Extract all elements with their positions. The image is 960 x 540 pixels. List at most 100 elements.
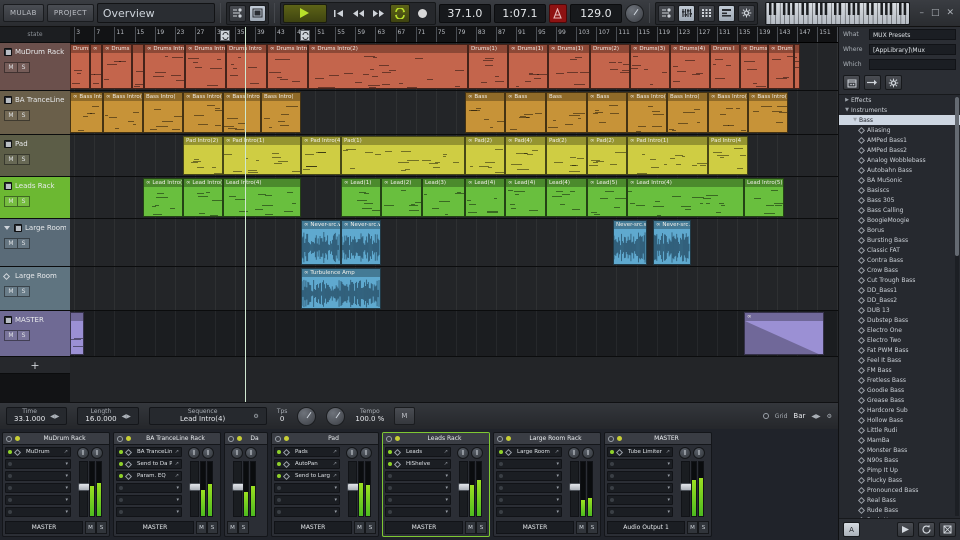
tempo-display[interactable]: 129.0 xyxy=(570,4,622,23)
mixer-strip[interactable]: Leads RackLeads↗HiShelve↗▾▾▾▾MASTERMS xyxy=(382,432,490,537)
volume-fader[interactable] xyxy=(233,461,242,517)
clip[interactable]: ∞ Drums I xyxy=(102,44,132,89)
grid-icon[interactable] xyxy=(698,5,715,22)
device-slot[interactable]: ▾ xyxy=(274,495,340,505)
clip[interactable]: ∞ Lead(2) xyxy=(381,178,422,217)
browser-play-icon[interactable] xyxy=(897,522,914,537)
slot-power-led[interactable] xyxy=(277,498,281,502)
device-slot[interactable]: ▾ xyxy=(5,507,71,517)
browser-preset-item[interactable]: DUB 13 xyxy=(839,305,960,315)
slot-power-led[interactable] xyxy=(119,462,123,466)
slot-open-icon[interactable]: ▾ xyxy=(556,509,559,515)
strip-record-dot[interactable] xyxy=(237,436,242,441)
strip-solo-button[interactable]: S xyxy=(365,521,376,534)
slot-power-led[interactable] xyxy=(8,474,12,478)
slot-power-led[interactable] xyxy=(277,474,281,478)
browser-preset-item[interactable]: Cut Trough Bass xyxy=(839,275,960,285)
slot-open-icon[interactable]: ▾ xyxy=(65,509,68,515)
strip-power-icon[interactable] xyxy=(497,436,503,442)
track-header[interactable]: Large Room RackMS xyxy=(0,219,70,267)
slot-open-icon[interactable]: ↗ xyxy=(333,461,337,467)
slot-power-led[interactable] xyxy=(277,462,281,466)
strip-power-icon[interactable] xyxy=(6,436,12,442)
device-slot[interactable]: ▾ xyxy=(5,459,71,469)
tree-twisty-icon[interactable]: ▶ xyxy=(843,97,851,103)
mixer-strip[interactable]: PadPads↗AutoPan↗Send to Large Roo↗▾▾▾MAS… xyxy=(271,432,379,537)
clip[interactable]: Never-src.wav xyxy=(613,220,647,265)
mixer-strip[interactable]: Large Room RackLarge Room↗▾▾▾▾▾MASTERMS xyxy=(493,432,601,537)
device-slot[interactable]: MuDrum↗ xyxy=(5,447,71,457)
browser-refresh-icon[interactable] xyxy=(918,522,935,537)
pan-knob[interactable] xyxy=(91,447,103,459)
close-button[interactable]: ✕ xyxy=(946,8,954,18)
slot-power-led[interactable] xyxy=(388,474,392,478)
strip-header[interactable]: MASTER xyxy=(605,433,711,445)
device-slot[interactable]: ▾ xyxy=(496,483,562,493)
volume-knob[interactable] xyxy=(188,447,200,459)
strip-header[interactable]: Large Room Rack xyxy=(494,433,600,445)
maximize-button[interactable]: □ xyxy=(931,8,940,18)
length-steppers[interactable]: ◀▶ xyxy=(122,413,131,420)
volume-fader[interactable] xyxy=(570,461,579,517)
device-slot[interactable]: ▾ xyxy=(607,495,673,505)
clip[interactable]: Drums I xyxy=(710,44,740,89)
project-button[interactable]: PROJECT xyxy=(47,4,94,22)
mixer-strip[interactable]: MASTERTube Limiter↗▾▾▾▾▾Audio Output 1MS xyxy=(604,432,712,537)
clip[interactable]: ∞ Pad(4) xyxy=(505,136,546,175)
slot-open-icon[interactable]: ↗ xyxy=(175,449,179,455)
strip-header[interactable]: MuDrum Rack xyxy=(3,433,109,445)
strip-header[interactable]: BA TranceLine Rack xyxy=(114,433,220,445)
browser-preset-item[interactable]: Classic FAT xyxy=(839,245,960,255)
browser-preset-item[interactable]: Fretless Bass xyxy=(839,375,960,385)
timeline[interactable]: 3711151923273135394347515559636771757983… xyxy=(70,27,838,402)
volume-knob[interactable] xyxy=(346,447,358,459)
strip-power-icon[interactable] xyxy=(275,436,281,442)
sequence-gear-icon[interactable]: ⚙ xyxy=(253,413,258,420)
slot-open-icon[interactable]: ▾ xyxy=(556,485,559,491)
output-button[interactable]: MASTER xyxy=(274,521,352,534)
strip-header[interactable]: Leads Rack xyxy=(383,433,489,445)
slot-open-icon[interactable]: ▾ xyxy=(176,497,179,503)
length-field[interactable]: Length 16.0.000 ◀▶ xyxy=(77,407,138,426)
tree-twisty-icon[interactable]: ▼ xyxy=(843,107,851,113)
tempo-value[interactable]: 100.0 % xyxy=(355,415,384,423)
strip-power-icon[interactable] xyxy=(117,436,123,442)
device-slot[interactable]: ▾ xyxy=(5,483,71,493)
browser-preset-item[interactable]: BA MuSonic xyxy=(839,175,960,185)
swing-knob[interactable] xyxy=(326,407,345,426)
clip[interactable]: ∞ Bass Intro( xyxy=(748,92,788,133)
clip[interactable]: Drums(1) xyxy=(468,44,508,89)
slot-power-led[interactable] xyxy=(499,498,503,502)
track-mute-button[interactable]: M xyxy=(4,110,17,121)
strip-record-dot[interactable] xyxy=(15,436,20,441)
clip[interactable]: Pad(2) xyxy=(546,136,587,175)
slot-power-led[interactable] xyxy=(8,498,12,502)
slot-power-led[interactable] xyxy=(388,450,392,454)
browser-tree-list[interactable]: ▶Effects▼Instruments▼BassAliasingAMPed B… xyxy=(839,95,960,518)
project-title[interactable]: Overview xyxy=(97,3,215,23)
track-solo-button[interactable]: S xyxy=(17,154,30,165)
strip-mute-button[interactable]: M xyxy=(687,521,698,534)
tps-value[interactable]: 0 xyxy=(280,415,284,423)
track-mute-button[interactable]: M xyxy=(4,62,17,73)
pan-knob[interactable] xyxy=(582,447,594,459)
volume-fader[interactable] xyxy=(79,461,88,517)
where-value[interactable]: [AppLibrary]\Mux xyxy=(869,44,956,55)
clip[interactable]: Lead Intro(4) xyxy=(223,178,301,217)
clip[interactable]: ∞ Turbulence Amp xyxy=(301,268,381,309)
slot-power-led[interactable] xyxy=(8,486,12,490)
device-slot[interactable]: ▾ xyxy=(496,459,562,469)
strip-mute-button[interactable]: M xyxy=(196,521,207,534)
browser-a-button[interactable]: A xyxy=(843,522,860,537)
browser-preset-item[interactable]: Goodie Bass xyxy=(839,385,960,395)
keyboard-strip[interactable] xyxy=(765,2,911,25)
browser-preset-item[interactable]: Pronounced Bass xyxy=(839,485,960,495)
device-slot[interactable]: ▾ xyxy=(607,483,673,493)
slot-open-icon[interactable]: ▾ xyxy=(667,497,670,503)
pan-knob[interactable] xyxy=(202,447,214,459)
slot-power-led[interactable] xyxy=(610,462,614,466)
loop-button[interactable] xyxy=(390,4,410,23)
browser-preset-item[interactable]: Basiscs xyxy=(839,185,960,195)
tempo-field[interactable]: Tempo 100.0 % xyxy=(355,409,384,424)
slot-power-led[interactable] xyxy=(119,510,123,514)
